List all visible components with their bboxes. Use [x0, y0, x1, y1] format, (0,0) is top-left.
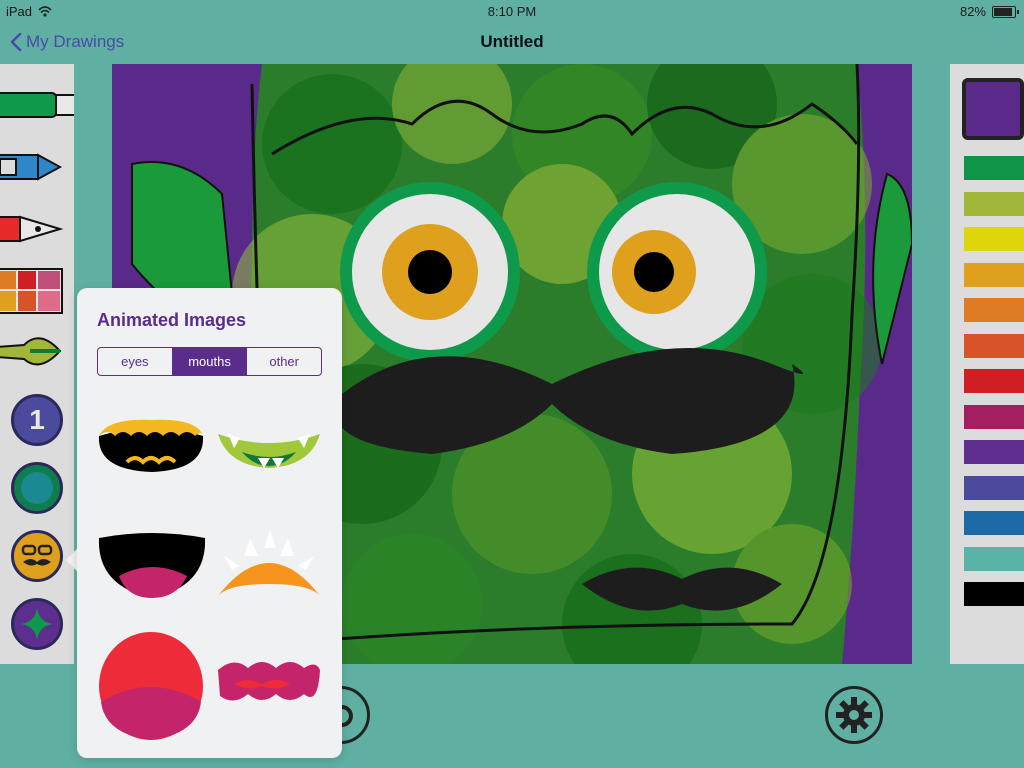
battery-percent: 82% — [959, 4, 986, 19]
marker-icon — [0, 92, 74, 118]
pen-icon — [0, 215, 64, 243]
status-bar: iPad 8:10 PM 82% — [0, 0, 1024, 22]
color-swatch[interactable] — [964, 546, 1024, 571]
color-swatch[interactable] — [964, 582, 1024, 606]
stamp-button[interactable] — [11, 598, 63, 650]
brush-size-label: 1 — [29, 404, 45, 435]
animated-images-popover: Animated Images eyes mouths other — [77, 288, 342, 758]
settings-button[interactable] — [825, 686, 883, 744]
popover-title: Animated Images — [97, 310, 247, 330]
open-black-mouth[interactable] — [97, 526, 207, 616]
left-toolbar: 1 — [0, 64, 74, 664]
stickers-button[interactable] — [11, 530, 63, 582]
pink-wavy-mouth[interactable] — [214, 648, 324, 738]
selected-color-swatch[interactable] — [962, 78, 1024, 140]
pink-wavy-mouth-icon — [218, 662, 320, 701]
stickers-icon — [21, 544, 53, 566]
brush-icon — [0, 337, 62, 366]
color-swatch[interactable] — [964, 262, 1024, 287]
image-category-tabs: eyes mouths other — [97, 347, 322, 376]
paint-palette-icon — [0, 268, 63, 314]
color-palette — [950, 64, 1024, 664]
page-title: Untitled — [480, 32, 544, 51]
fill-color-icon — [21, 472, 53, 504]
tab-mouths[interactable]: mouths — [172, 348, 248, 375]
orange-sun-mouth[interactable] — [214, 526, 324, 616]
pen-tool[interactable] — [0, 198, 74, 258]
fill-color-button[interactable] — [11, 462, 63, 514]
yellow-teeth-mouth-icon — [98, 419, 204, 472]
brush-size-button[interactable]: 1 — [11, 394, 63, 446]
color-swatch[interactable] — [964, 440, 1024, 464]
color-swatch[interactable] — [964, 475, 1024, 500]
yellow-teeth-mouth[interactable] — [97, 408, 207, 498]
color-swatch[interactable] — [964, 156, 1024, 180]
marker-tool[interactable] — [0, 74, 74, 134]
paint-palette-tool[interactable] — [0, 260, 74, 320]
color-swatch[interactable] — [964, 369, 1024, 393]
brush-tool[interactable] — [0, 322, 74, 382]
red-open-mouth[interactable] — [97, 630, 207, 740]
tab-eyes[interactable]: eyes — [98, 348, 173, 375]
green-fang-mouth[interactable] — [214, 408, 324, 498]
gear-icon — [836, 697, 872, 733]
status-right: 82% — [959, 4, 1019, 19]
nav-bar: My Drawings Untitled — [0, 22, 1024, 64]
color-swatch[interactable] — [964, 333, 1024, 358]
status-time: 8:10 PM — [487, 4, 537, 19]
crayon-tool[interactable] — [0, 136, 74, 196]
stamp-icon — [21, 608, 53, 640]
green-fang-mouth-icon — [218, 434, 320, 468]
red-open-mouth-icon — [99, 632, 203, 740]
color-swatch[interactable] — [964, 511, 1024, 535]
color-swatch[interactable] — [964, 298, 1024, 322]
orange-sun-mouth-icon — [218, 530, 320, 596]
crayon-icon — [0, 153, 63, 181]
battery-icon — [992, 5, 1019, 18]
tab-other[interactable]: other — [247, 348, 321, 375]
open-black-mouth-icon — [98, 533, 206, 598]
color-swatch[interactable] — [964, 404, 1024, 429]
color-swatch[interactable] — [964, 191, 1024, 216]
color-swatch[interactable] — [964, 227, 1024, 251]
